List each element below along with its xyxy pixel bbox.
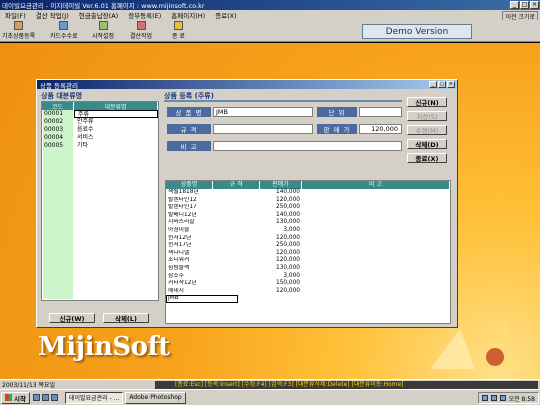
table-row[interactable]: 짐빔블랙 130,000 <box>166 265 450 273</box>
menu-cashbook[interactable]: 현금출납장(A) <box>74 10 123 20</box>
category-new-button[interactable]: 신규(W) <box>49 313 95 323</box>
product-section-title: 상품 등록 (주류) <box>164 92 214 100</box>
table-row[interactable]: 발렌타인12 120,000 <box>166 197 450 205</box>
product-grid: 상품명 규 격 판매가 비 고 잭될1818년 140,000 발렌타인12 120… <box>165 180 451 324</box>
name-label: 상 품 명 <box>167 107 211 117</box>
table-row[interactable]: 윈저17년 250,000 <box>166 242 450 250</box>
product-new-button[interactable]: 신규(N) <box>407 97 447 107</box>
table-row[interactable]: 시바스리갈 130,000 <box>166 219 450 227</box>
app-title-bar: 데이빌요금관리 - 이지데이빌 Ver.6.01 홈페이지 : www.miji… <box>0 0 540 10</box>
product-registration-window: 상품 등록관리 _ □ × 상품 대분류명 코드 대분류명 00001 주류 00… <box>36 79 458 328</box>
toolbar-exit-button[interactable]: 종 료 <box>172 21 185 41</box>
taskbar-item-app[interactable]: 데이빌요금관리 - ... <box>64 391 124 404</box>
product-edit-button[interactable]: 수정(M) <box>407 125 447 135</box>
product-spec-header: 규 격 <box>213 181 260 189</box>
selected-product-cell[interactable]: JMB <box>166 295 238 303</box>
child-window-title: 상품 등록관리 <box>40 81 78 90</box>
product-name-header: 상품명 <box>166 181 213 189</box>
product-form-panel: 상품 등록 (주류) <box>164 91 402 103</box>
calculator-icon <box>136 21 146 30</box>
clock: 오전 8:58 <box>508 395 535 403</box>
menu-exit[interactable]: 종료(X) <box>210 10 242 20</box>
table-row[interactable]: 참소주 3,000 <box>166 273 450 281</box>
table-row[interactable]: 잭될1818년 140,000 <box>166 189 450 197</box>
quick-launch <box>32 394 63 401</box>
maximize-button[interactable]: □ <box>520 1 529 9</box>
tray-icon[interactable] <box>490 395 497 401</box>
card-icon <box>59 21 69 30</box>
table-row[interactable]: 조니워커 120,000 <box>166 257 450 265</box>
taskbar-item-photoshop[interactable]: Adobe Photoshop <box>125 391 186 404</box>
taskbar: 시작 데이빌요금관리 - ... Adobe Photoshop 오전 8:58 <box>0 389 540 405</box>
settings-icon <box>98 21 108 30</box>
price-label: 판 매 가 <box>317 124 357 134</box>
menu-file[interactable]: 파일(F) <box>0 10 31 20</box>
category-row[interactable]: 00005 기타 <box>42 142 158 150</box>
table-row[interactable]: 윈저12년 120,000 <box>166 235 450 243</box>
note-input[interactable] <box>213 141 402 151</box>
category-code-header: 코드 <box>42 102 74 111</box>
system-tray: 오전 8:58 <box>477 392 539 404</box>
table-row[interactable]: 커티샥12년 150,000 <box>166 280 450 288</box>
minimize-button[interactable]: _ <box>510 1 519 9</box>
app-title: 데이빌요금관리 - 이지데이빌 Ver.6.01 홈페이지 : www.miji… <box>2 2 205 10</box>
toolbar-settlement-button[interactable]: 결산작업 <box>130 21 152 41</box>
price-input[interactable]: 120,000 <box>359 124 402 134</box>
table-row[interactable]: 헤네시 120,000 <box>166 288 450 296</box>
windows-logo-icon <box>5 394 12 401</box>
note-label: 비 고 <box>167 141 211 151</box>
category-panel: 상품 대분류명 코드 대분류명 00001 주류 00002 안주류 00003 음료… <box>41 91 161 325</box>
table-row[interactable]: JMB <box>166 295 450 303</box>
category-section-title: 상품 대분류명 <box>41 92 83 100</box>
category-delete-button[interactable]: 삭제(L) <box>103 313 149 323</box>
toolbar-base-products-button[interactable]: 기초상품등록 <box>2 21 35 41</box>
category-name-header: 대분류명 <box>74 102 158 111</box>
table-row[interactable]: 발렌타인17 250,000 <box>166 204 450 212</box>
child-close-button[interactable]: × <box>447 81 455 88</box>
close-button[interactable]: × <box>530 1 539 9</box>
category-row[interactable]: 00001 주류 <box>42 110 158 118</box>
product-price-header: 판매가 <box>260 181 302 189</box>
product-grid-header: 상품명 규 격 판매가 비 고 <box>166 181 450 189</box>
status-date: 2003/11/13 목요일 <box>2 382 56 389</box>
product-name-input[interactable]: JMB <box>213 107 313 117</box>
spec-label: 규 격 <box>167 124 211 134</box>
box-icon <box>14 21 24 30</box>
product-close-button[interactable]: 종료(X) <box>407 153 447 163</box>
child-window-title-bar: 상품 등록관리 <box>37 80 457 90</box>
tray-icon[interactable] <box>499 395 506 401</box>
desktop-icon[interactable] <box>41 394 49 401</box>
outlook-icon[interactable] <box>50 394 58 401</box>
spec-input[interactable] <box>213 124 313 134</box>
category-grid-header: 코드 대분류명 <box>42 102 158 111</box>
table-row[interactable]: 발베니12년 140,000 <box>166 212 450 220</box>
demo-version-label: Demo Version <box>362 24 472 39</box>
child-maximize-button[interactable]: □ <box>438 81 446 88</box>
table-row[interactable]: 잭다니엘 120,000 <box>166 250 450 258</box>
start-button[interactable]: 시작 <box>1 391 30 404</box>
ie-icon[interactable] <box>32 394 40 401</box>
product-note-header: 비 고 <box>302 181 450 189</box>
menu-settle[interactable]: 결산 작업(J) <box>31 10 74 20</box>
menu-ledger[interactable]: 장부등록(E) <box>123 10 166 20</box>
category-grid: 코드 대분류명 00001 주류 00002 안주류 00003 음료수 00004 서… <box>41 101 159 301</box>
mijinsoft-logo: MijinSoft <box>38 332 170 362</box>
product-delete-button[interactable]: 삭제(D) <box>407 139 447 149</box>
unit-input[interactable] <box>359 107 402 117</box>
product-save-button[interactable]: 저장(S) <box>407 111 447 121</box>
menu-homepage[interactable]: 홈페이지(H) <box>166 10 210 20</box>
shortcut-keys-hint: [종료:Esc] [등록:Insert] [수정:F4] [검색:F3] [대분… <box>155 380 538 389</box>
door-icon <box>173 21 183 30</box>
status-bar: 2003/11/13 목요일 [종료:Esc] [등록:Insert] [수정:… <box>0 379 540 389</box>
toolbar-card-fee-button[interactable]: 카드수수료 <box>50 21 78 41</box>
unit-label: 단 위 <box>317 107 357 117</box>
menu-bar: 파일(F) 결산 작업(J) 현금출납장(A) 장부등록(E) 홈페이지(H) … <box>0 10 540 22</box>
toolbar-start-settings-button[interactable]: 시작설정 <box>92 21 114 41</box>
table-row[interactable]: 아침이슬 3,000 <box>166 227 450 235</box>
category-row[interactable]: 00002 안주류 <box>42 118 158 126</box>
category-row[interactable]: 00003 음료수 <box>42 126 158 134</box>
child-minimize-button[interactable]: _ <box>429 81 437 88</box>
tray-icon[interactable] <box>481 395 488 401</box>
category-row[interactable]: 00004 서비스 <box>42 134 158 142</box>
